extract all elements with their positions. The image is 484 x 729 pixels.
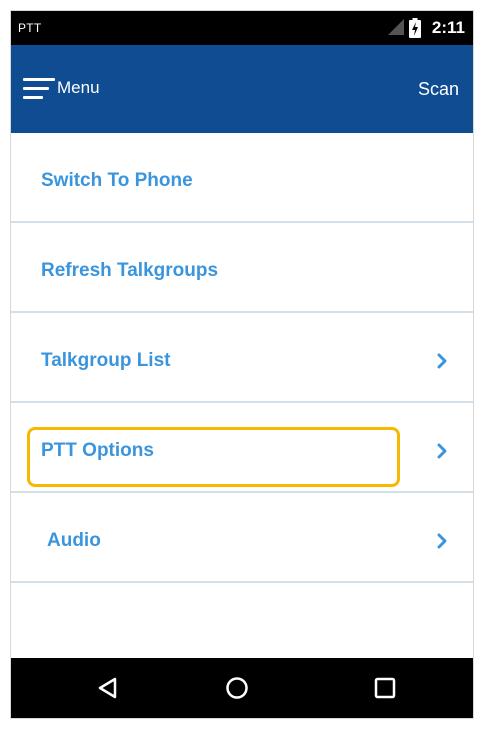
menu-item-audio[interactable]: Audio <box>11 493 473 583</box>
scan-button[interactable]: Scan <box>418 79 459 100</box>
menu-item-label: Talkgroup List <box>41 350 171 371</box>
menu-item-label: PTT Options <box>41 440 154 461</box>
status-app-name: PTT <box>18 21 42 35</box>
menu-item-ptt-options[interactable]: PTT Options <box>11 403 473 493</box>
menu-button[interactable]: Menu <box>23 75 100 101</box>
menu-item-label: Switch To Phone <box>41 170 193 191</box>
phone-screen: PTT 2:11 Menu Scan Switch To Phone Refre… <box>10 10 474 719</box>
back-triangle-icon[interactable] <box>97 676 119 705</box>
menu-item-label: Audio <box>47 530 101 551</box>
home-circle-icon[interactable] <box>225 676 249 705</box>
chevron-right-icon <box>437 533 447 554</box>
recent-square-icon[interactable] <box>373 676 397 705</box>
chevron-right-icon <box>437 353 447 374</box>
menu-list: Switch To Phone Refresh Talkgroups Talkg… <box>11 133 473 583</box>
hamburger-icon <box>23 76 55 100</box>
navigation-bar <box>11 658 473 718</box>
signal-icon <box>388 19 404 40</box>
menu-label: Menu <box>57 78 100 97</box>
menu-item-label: Refresh Talkgroups <box>41 260 219 281</box>
menu-item-switch-to-phone[interactable]: Switch To Phone <box>11 133 473 223</box>
status-time: 2:11 <box>431 18 465 37</box>
menu-item-refresh-talkgroups[interactable]: Refresh Talkgroups <box>11 223 473 313</box>
status-bar: PTT 2:11 <box>11 11 473 45</box>
app-toolbar: Menu Scan <box>11 45 473 133</box>
chevron-right-icon <box>437 443 447 464</box>
menu-item-talkgroup-list[interactable]: Talkgroup List <box>11 313 473 403</box>
battery-charging-icon <box>409 18 421 43</box>
